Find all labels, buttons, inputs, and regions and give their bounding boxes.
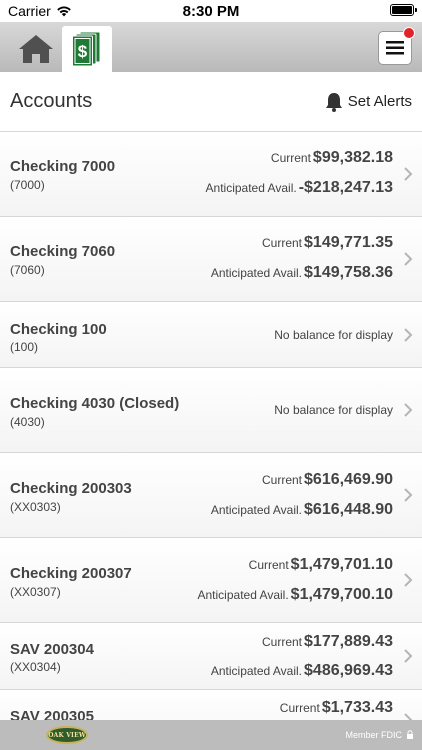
no-balance-text: No balance for display — [274, 328, 393, 342]
page-header: Accounts Set Alerts — [0, 72, 422, 132]
account-row-sav-200304[interactable]: SAV 200304 (XX0304) Current $177,889.43 … — [0, 623, 422, 690]
account-name: SAV 200305 — [10, 708, 94, 720]
anticipated-balance: Anticipated Avail. $616,448.90 — [211, 501, 393, 519]
anticipated-value: $1,479,700.10 — [290, 586, 393, 603]
account-name: Checking 200303 — [10, 480, 132, 497]
current-balance: Current $1,479,701.10 — [249, 556, 393, 574]
chevron-right-icon — [404, 713, 413, 720]
hamburger-menu-icon — [386, 41, 404, 55]
chevron-right-icon — [404, 252, 413, 266]
chevron-right-icon — [404, 488, 413, 502]
tab-home[interactable] — [11, 26, 61, 72]
clock: 8:30 PM — [182, 3, 240, 20]
battery-icon — [390, 4, 417, 16]
anticipated-balance: Anticipated Avail. -$218,247.13 — [206, 179, 393, 197]
account-name: Checking 4030 (Closed) — [10, 395, 180, 412]
bank-logo: OAK VIEW — [46, 726, 88, 744]
menu-button[interactable] — [378, 27, 415, 65]
current-label: Current — [262, 236, 303, 250]
current-value: $99,382.18 — [312, 149, 393, 166]
current-value: $1,479,701.10 — [290, 556, 393, 573]
account-name: Checking 100 — [10, 321, 107, 338]
logo-text: OAK VIEW — [48, 731, 86, 739]
anticipated-value: -$218,247.13 — [298, 179, 393, 196]
anticipated-value: $486,969.43 — [304, 662, 393, 679]
anticipated-label: Anticipated Avail. — [205, 181, 297, 195]
notification-dot — [403, 27, 415, 39]
member-fdic: Member FDIC — [345, 730, 414, 740]
current-balance: Current $177,889.43 — [262, 633, 393, 651]
current-label: Current — [270, 151, 311, 165]
account-number: (7060) — [10, 263, 45, 277]
dollar-icon: $ — [72, 31, 101, 67]
current-value: $616,469.90 — [304, 471, 393, 488]
account-row-sav-200305[interactable]: SAV 200305 Current $1,733.43 — [0, 690, 422, 720]
anticipated-label: Anticipated Avail. — [210, 664, 303, 678]
account-number: (XX0303) — [10, 500, 61, 514]
account-name: Checking 7060 — [10, 243, 116, 260]
anticipated-label: Anticipated Avail. — [210, 266, 303, 280]
no-balance-text: No balance for display — [274, 403, 393, 417]
current-label: Current — [262, 473, 303, 487]
anticipated-balance: Anticipated Avail. $486,969.43 — [211, 662, 393, 680]
account-row-checking-200307[interactable]: Checking 200307 (XX0307) Current $1,479,… — [0, 538, 422, 623]
account-number: (4030) — [10, 415, 45, 429]
top-nav: $ — [0, 22, 422, 72]
account-name: SAV 200304 — [10, 641, 94, 658]
anticipated-balance: Anticipated Avail. $149,758.36 — [211, 264, 393, 282]
member-fdic-label: Member FDIC — [345, 730, 402, 740]
chevron-right-icon — [404, 403, 413, 417]
current-label: Current — [279, 701, 320, 715]
current-label: Current — [262, 635, 303, 649]
current-balance: Current $616,469.90 — [262, 471, 393, 489]
account-number: (100) — [10, 340, 39, 354]
anticipated-label: Anticipated Avail. — [197, 588, 289, 602]
account-list: Checking 7000 (7000) Current $99,382.18 … — [0, 132, 422, 720]
footer: OAK VIEW Member FDIC — [0, 720, 422, 750]
account-row-checking-4030[interactable]: Checking 4030 (Closed) (4030) No balance… — [0, 368, 422, 453]
chevron-right-icon — [404, 649, 413, 663]
current-value: $177,889.43 — [304, 633, 393, 650]
current-value: $149,771.35 — [304, 234, 393, 251]
home-icon — [19, 35, 53, 63]
lock-icon — [407, 730, 413, 739]
account-name: Checking 200307 — [10, 565, 132, 582]
anticipated-label: Anticipated Avail. — [210, 503, 303, 517]
account-number: (7000) — [10, 178, 45, 192]
tab-accounts[interactable]: $ — [62, 26, 112, 72]
set-alerts-button[interactable]: Set Alerts — [325, 92, 412, 112]
current-balance: Current $99,382.18 — [271, 149, 393, 167]
account-name: Checking 7000 — [10, 158, 116, 175]
current-value: $1,733.43 — [321, 699, 393, 716]
set-alerts-label: Set Alerts — [347, 93, 412, 110]
account-row-checking-7000[interactable]: Checking 7000 (7000) Current $99,382.18 … — [0, 132, 422, 217]
page-title: Accounts — [10, 90, 93, 112]
account-row-checking-7060[interactable]: Checking 7060 (7060) Current $149,771.35… — [0, 217, 422, 302]
current-balance: Current $149,771.35 — [262, 234, 393, 252]
chevron-right-icon — [404, 167, 413, 181]
account-row-checking-200303[interactable]: Checking 200303 (XX0303) Current $616,46… — [0, 453, 422, 538]
status-bar: Carrier 8:30 PM — [0, 0, 422, 22]
anticipated-balance: Anticipated Avail. $1,479,700.10 — [198, 586, 394, 604]
account-row-checking-100[interactable]: Checking 100 (100) No balance for displa… — [0, 302, 422, 368]
chevron-right-icon — [404, 328, 413, 342]
svg-text:$: $ — [78, 42, 88, 61]
bell-icon — [325, 92, 342, 112]
current-balance: Current $1,733.43 — [280, 699, 393, 717]
account-number: (XX0307) — [10, 585, 61, 599]
chevron-right-icon — [404, 573, 413, 587]
anticipated-value: $616,448.90 — [304, 501, 393, 518]
account-number: (XX0304) — [10, 660, 61, 674]
current-label: Current — [248, 558, 289, 572]
anticipated-value: $149,758.36 — [304, 264, 393, 281]
battery-fill — [392, 6, 412, 14]
